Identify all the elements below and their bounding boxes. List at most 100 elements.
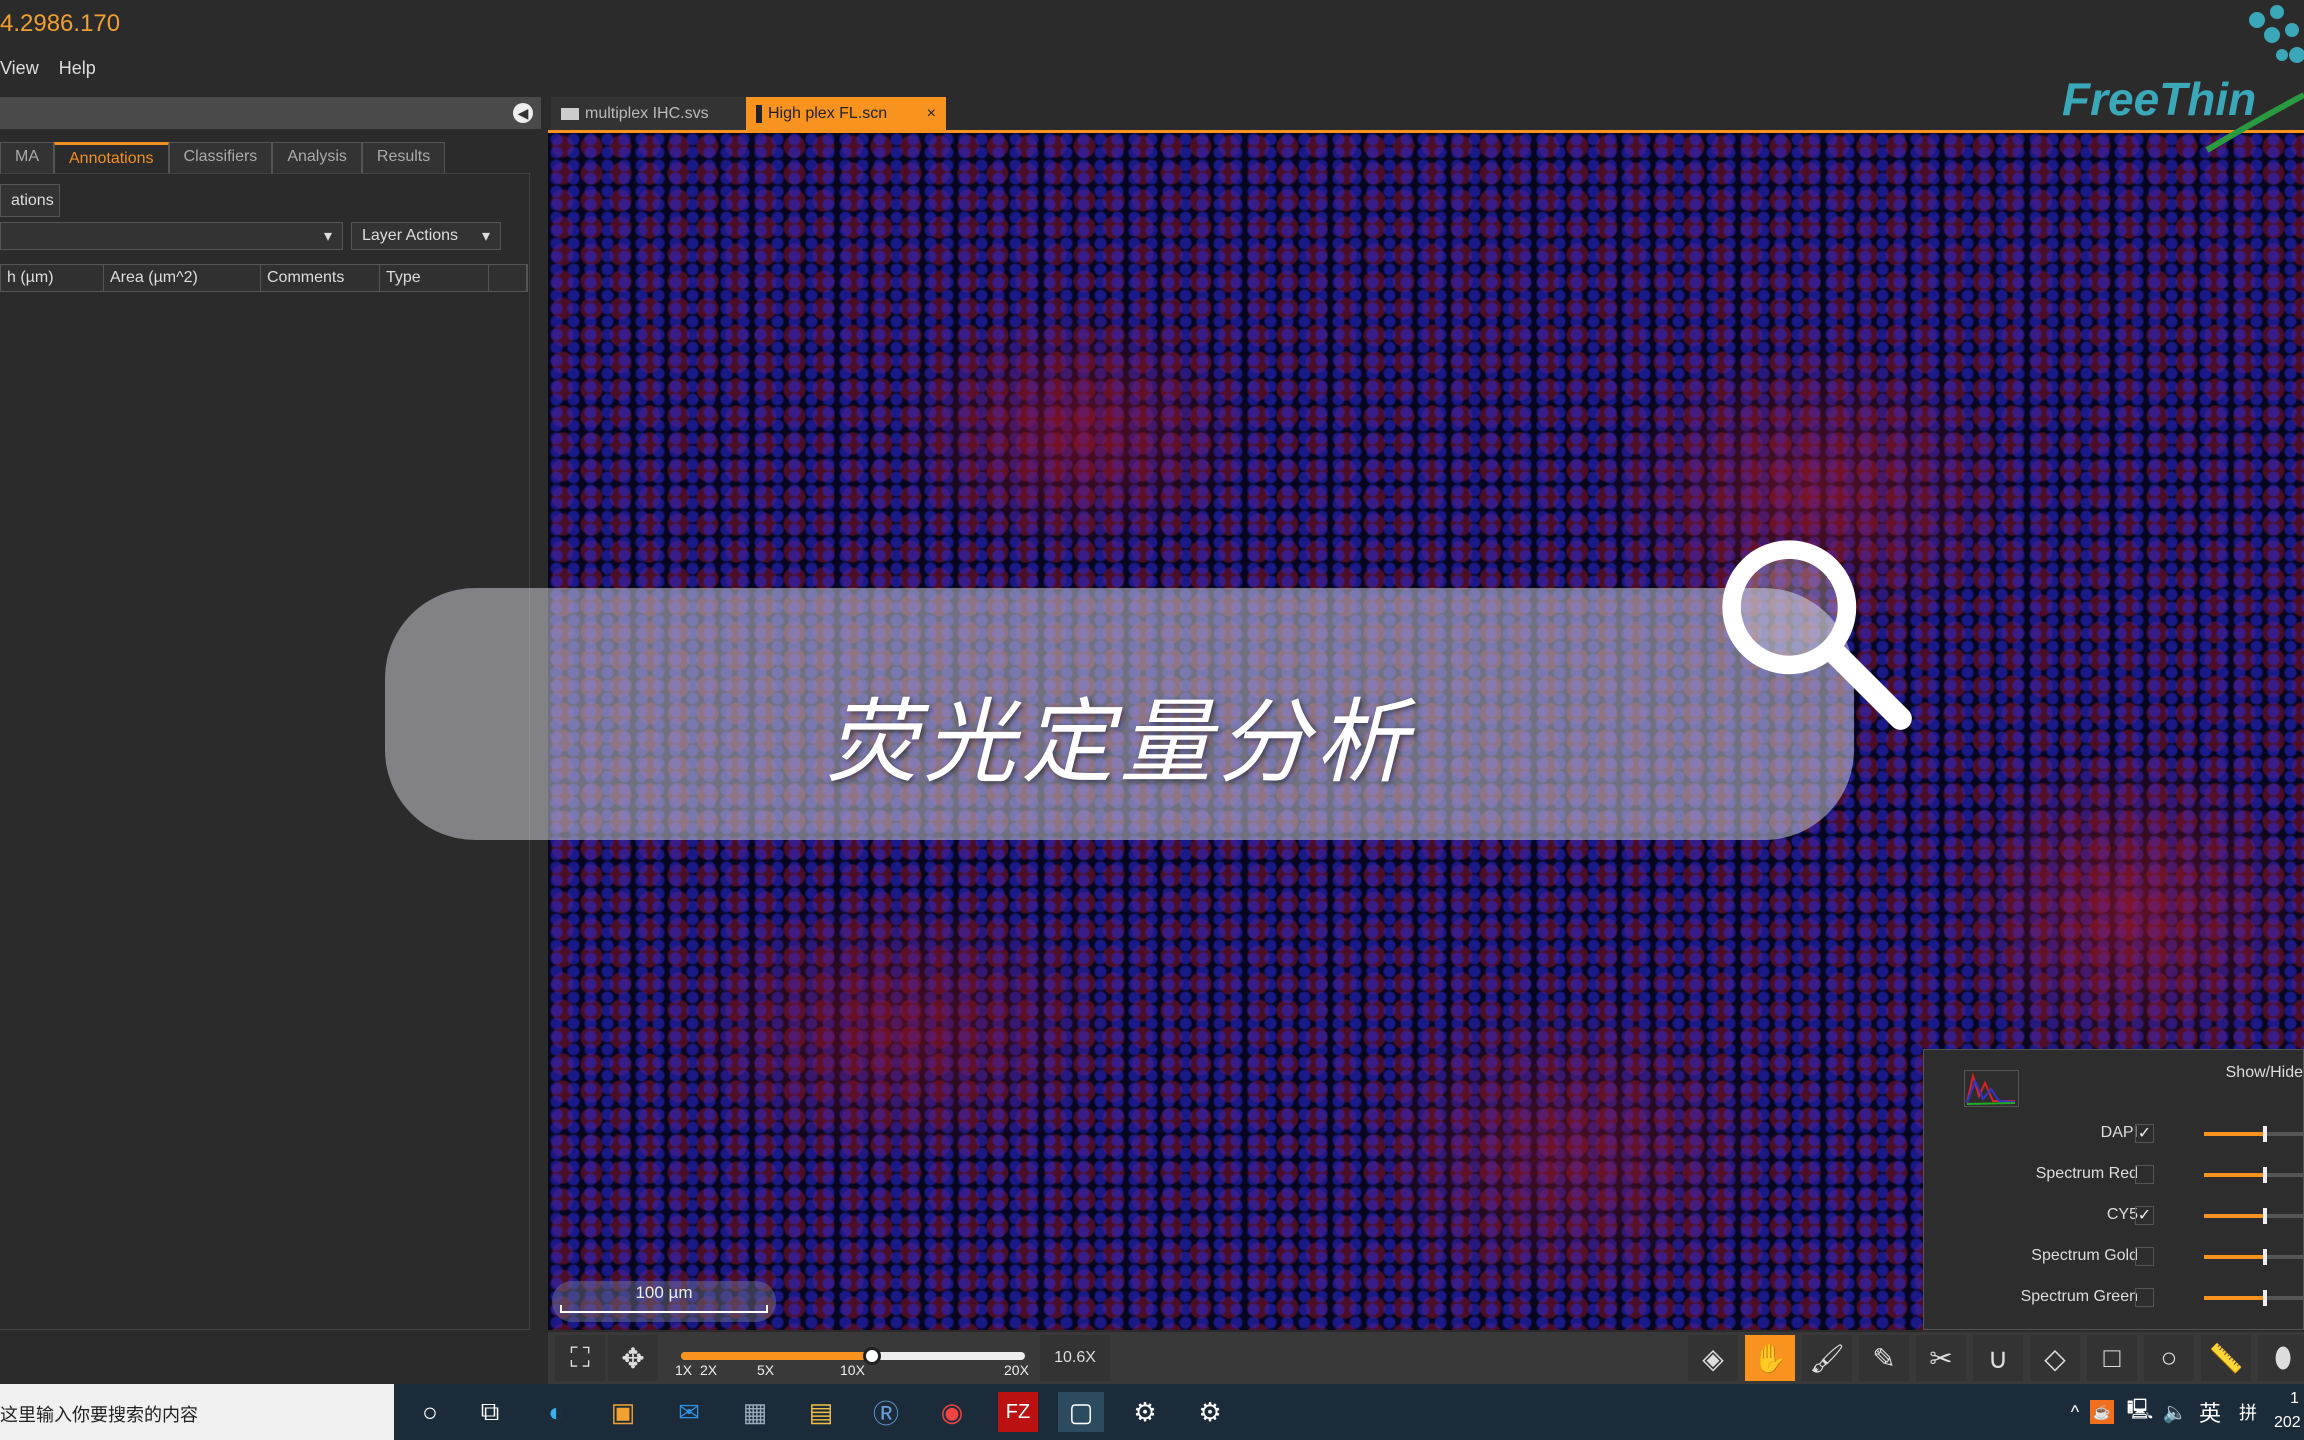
svg-text:FreeThin: FreeThin (2062, 73, 2256, 125)
fill-icon[interactable]: ◇ (2030, 1335, 2080, 1381)
channel-panel: Show/Hide DAPI ✓ Spectrum Red CY5 ✓ Spec… (1923, 1049, 2304, 1330)
layer-actions-label: Layer Actions (362, 227, 459, 244)
slider-handle[interactable] (2262, 1290, 2267, 1306)
tab-label: High plex FL.scn (768, 104, 888, 122)
file-explorer-icon[interactable]: ▤ (801, 1392, 841, 1432)
volume-icon[interactable]: 🔈 (2155, 1392, 2195, 1432)
channel-intensity-slider[interactable] (2204, 1208, 2304, 1224)
brush-icon[interactable]: 🖌 (1802, 1335, 1852, 1381)
layers-icon[interactable]: ◈ (1688, 1335, 1738, 1381)
layer-actions-button[interactable]: Layer Actions ▾ (351, 222, 501, 250)
chrome-icon[interactable]: ◉ (932, 1392, 972, 1432)
channel-intensity-slider[interactable] (2204, 1290, 2304, 1306)
filezilla-icon[interactable]: FZ (998, 1392, 1038, 1432)
channel-checkbox[interactable] (2135, 1288, 2154, 1307)
menu-view[interactable]: View (0, 58, 39, 79)
pencil-icon[interactable]: ✎ (1859, 1335, 1909, 1381)
tray-chevron-icon[interactable]: ^ (2055, 1392, 2095, 1432)
channel-checkbox[interactable] (2135, 1165, 2154, 1184)
pin-icon[interactable]: ⬮ (2258, 1335, 2304, 1381)
channel-name: Spectrum Green (2020, 1288, 2138, 1305)
ime-pinyin[interactable]: 拼 (2228, 1392, 2268, 1432)
collapse-panel-icon[interactable]: ◀ (513, 103, 533, 123)
zoom-label-1x[interactable]: 1X (675, 1362, 692, 1378)
ime-mode[interactable]: 英 (2190, 1392, 2230, 1432)
magnet-icon[interactable]: ∪ (1973, 1335, 2023, 1381)
slider-fill (2204, 1214, 2265, 1218)
viewer-toolbar: ⛶ ✥ 1X 2X 5X 10X 20X 10.6X ◈ ✋ 🖌 ✎ ✂ ∪ ◇ □ ○ 📏 ⬮ (548, 1332, 2304, 1384)
channel-intensity-slider[interactable] (2204, 1167, 2304, 1183)
r-icon[interactable]: Ⓡ (866, 1392, 906, 1432)
histogram-icon[interactable] (1964, 1070, 2019, 1107)
tab-results[interactable]: Results (361, 142, 446, 173)
fit-to-window-button[interactable]: ✥ (608, 1335, 658, 1381)
channel-checkbox[interactable]: ✓ (2135, 1206, 2154, 1225)
channel-checkbox[interactable]: ✓ (2135, 1124, 2154, 1143)
tab-classifiers[interactable]: Classifiers (168, 142, 273, 173)
scale-bar: 100 µm (552, 1281, 776, 1322)
layer-select[interactable]: ▾ (0, 222, 343, 250)
col-comments[interactable]: Comments (261, 265, 380, 291)
slider-fill (2204, 1173, 2265, 1177)
col-length[interactable]: h (µm) (1, 265, 104, 291)
windows-taskbar: 在这里输入你要搜索的内容 ○ ⧉ ◐ ▣ ✉ ▦ ▤ Ⓡ ◉ FZ ▢ ⚙ ⚙ … (0, 1384, 2304, 1440)
close-icon[interactable]: × (927, 105, 936, 123)
title-overlay: 荧光定量分析 (385, 588, 1854, 840)
scale-bar-line (560, 1305, 768, 1313)
java-tray-icon[interactable]: ☕ (2090, 1400, 2114, 1424)
taskbar-search-input[interactable]: 在这里输入你要搜索的内容 (0, 1384, 394, 1440)
store-icon[interactable]: ▣ (603, 1392, 643, 1432)
slider-handle[interactable] (2262, 1249, 2267, 1265)
network-icon[interactable]: 🖳 (2120, 1392, 2160, 1432)
image-tab-multiplex[interactable]: multiplex IHC.svs (551, 97, 746, 130)
cortana-icon[interactable]: ○ (410, 1392, 450, 1432)
channel-intensity-slider[interactable] (2204, 1249, 2304, 1265)
settings-gears-icon[interactable]: ⚙ (1190, 1392, 1230, 1432)
hand-icon[interactable]: ✋ (1745, 1335, 1795, 1381)
tab-tma[interactable]: MA (0, 142, 54, 173)
halo-app-icon[interactable]: ▢ (1058, 1392, 1104, 1432)
channel-intensity-slider[interactable] (2204, 1126, 2304, 1142)
ruler-icon[interactable]: 📏 (2201, 1335, 2251, 1381)
col-area[interactable]: Area (µm^2) (104, 265, 261, 291)
image-tab-highplex[interactable]: High plex FL.scn × (746, 97, 946, 130)
settings-icon[interactable]: ⚙ (1125, 1392, 1165, 1432)
zoom-label-20x[interactable]: 20X (1004, 1362, 1029, 1378)
zoom-label-10x[interactable]: 10X (840, 1362, 865, 1378)
show-hide-label[interactable]: Show/Hide (2226, 1064, 2303, 1082)
calculator-icon[interactable]: ▦ (735, 1392, 775, 1432)
edge-icon[interactable]: ◐ (536, 1392, 576, 1432)
scale-bar-label: 100 µm (635, 1283, 693, 1302)
col-extra (489, 265, 527, 291)
menu-help[interactable]: Help (59, 58, 96, 79)
zoom-label-5x[interactable]: 5X (757, 1362, 774, 1378)
zoom-slider[interactable] (681, 1347, 1025, 1365)
clock-date[interactable]: 202 (2274, 1414, 2301, 1432)
channel-row: CY5 ✓ (1924, 1202, 2304, 1230)
zoom-slider-handle[interactable] (863, 1347, 882, 1365)
menu-bar: View Help (0, 58, 96, 79)
zoom-slider-fill (681, 1352, 874, 1360)
channel-row: DAPI ✓ (1924, 1120, 2304, 1148)
channel-checkbox[interactable] (2135, 1247, 2154, 1266)
tab-annotations[interactable]: Annotations (54, 142, 169, 173)
slider-fill (2204, 1255, 2265, 1259)
col-type[interactable]: Type (380, 265, 489, 291)
slide-thumbnail-icon (756, 104, 762, 123)
search-placeholder: 在这里输入你要搜索的内容 (0, 1405, 198, 1425)
tab-label: multiplex IHC.svs (585, 104, 709, 122)
task-view-icon[interactable]: ⧉ (470, 1392, 510, 1432)
fullscreen-button[interactable]: ⛶ (555, 1335, 605, 1381)
annotations-button[interactable]: ations (0, 184, 60, 217)
zoom-label-2x[interactable]: 2X (700, 1362, 717, 1378)
channel-row: Spectrum Gold (1924, 1243, 2304, 1271)
slider-handle[interactable] (2262, 1126, 2267, 1142)
circle-icon[interactable]: ○ (2144, 1335, 2194, 1381)
slider-handle[interactable] (2262, 1208, 2267, 1224)
mail-icon[interactable]: ✉ (669, 1392, 709, 1432)
rectangle-icon[interactable]: □ (2087, 1335, 2137, 1381)
clock-time[interactable]: 1 (2290, 1390, 2299, 1408)
scissors-icon[interactable]: ✂ (1916, 1335, 1966, 1381)
slider-handle[interactable] (2262, 1167, 2267, 1183)
tab-analysis[interactable]: Analysis (272, 142, 362, 173)
